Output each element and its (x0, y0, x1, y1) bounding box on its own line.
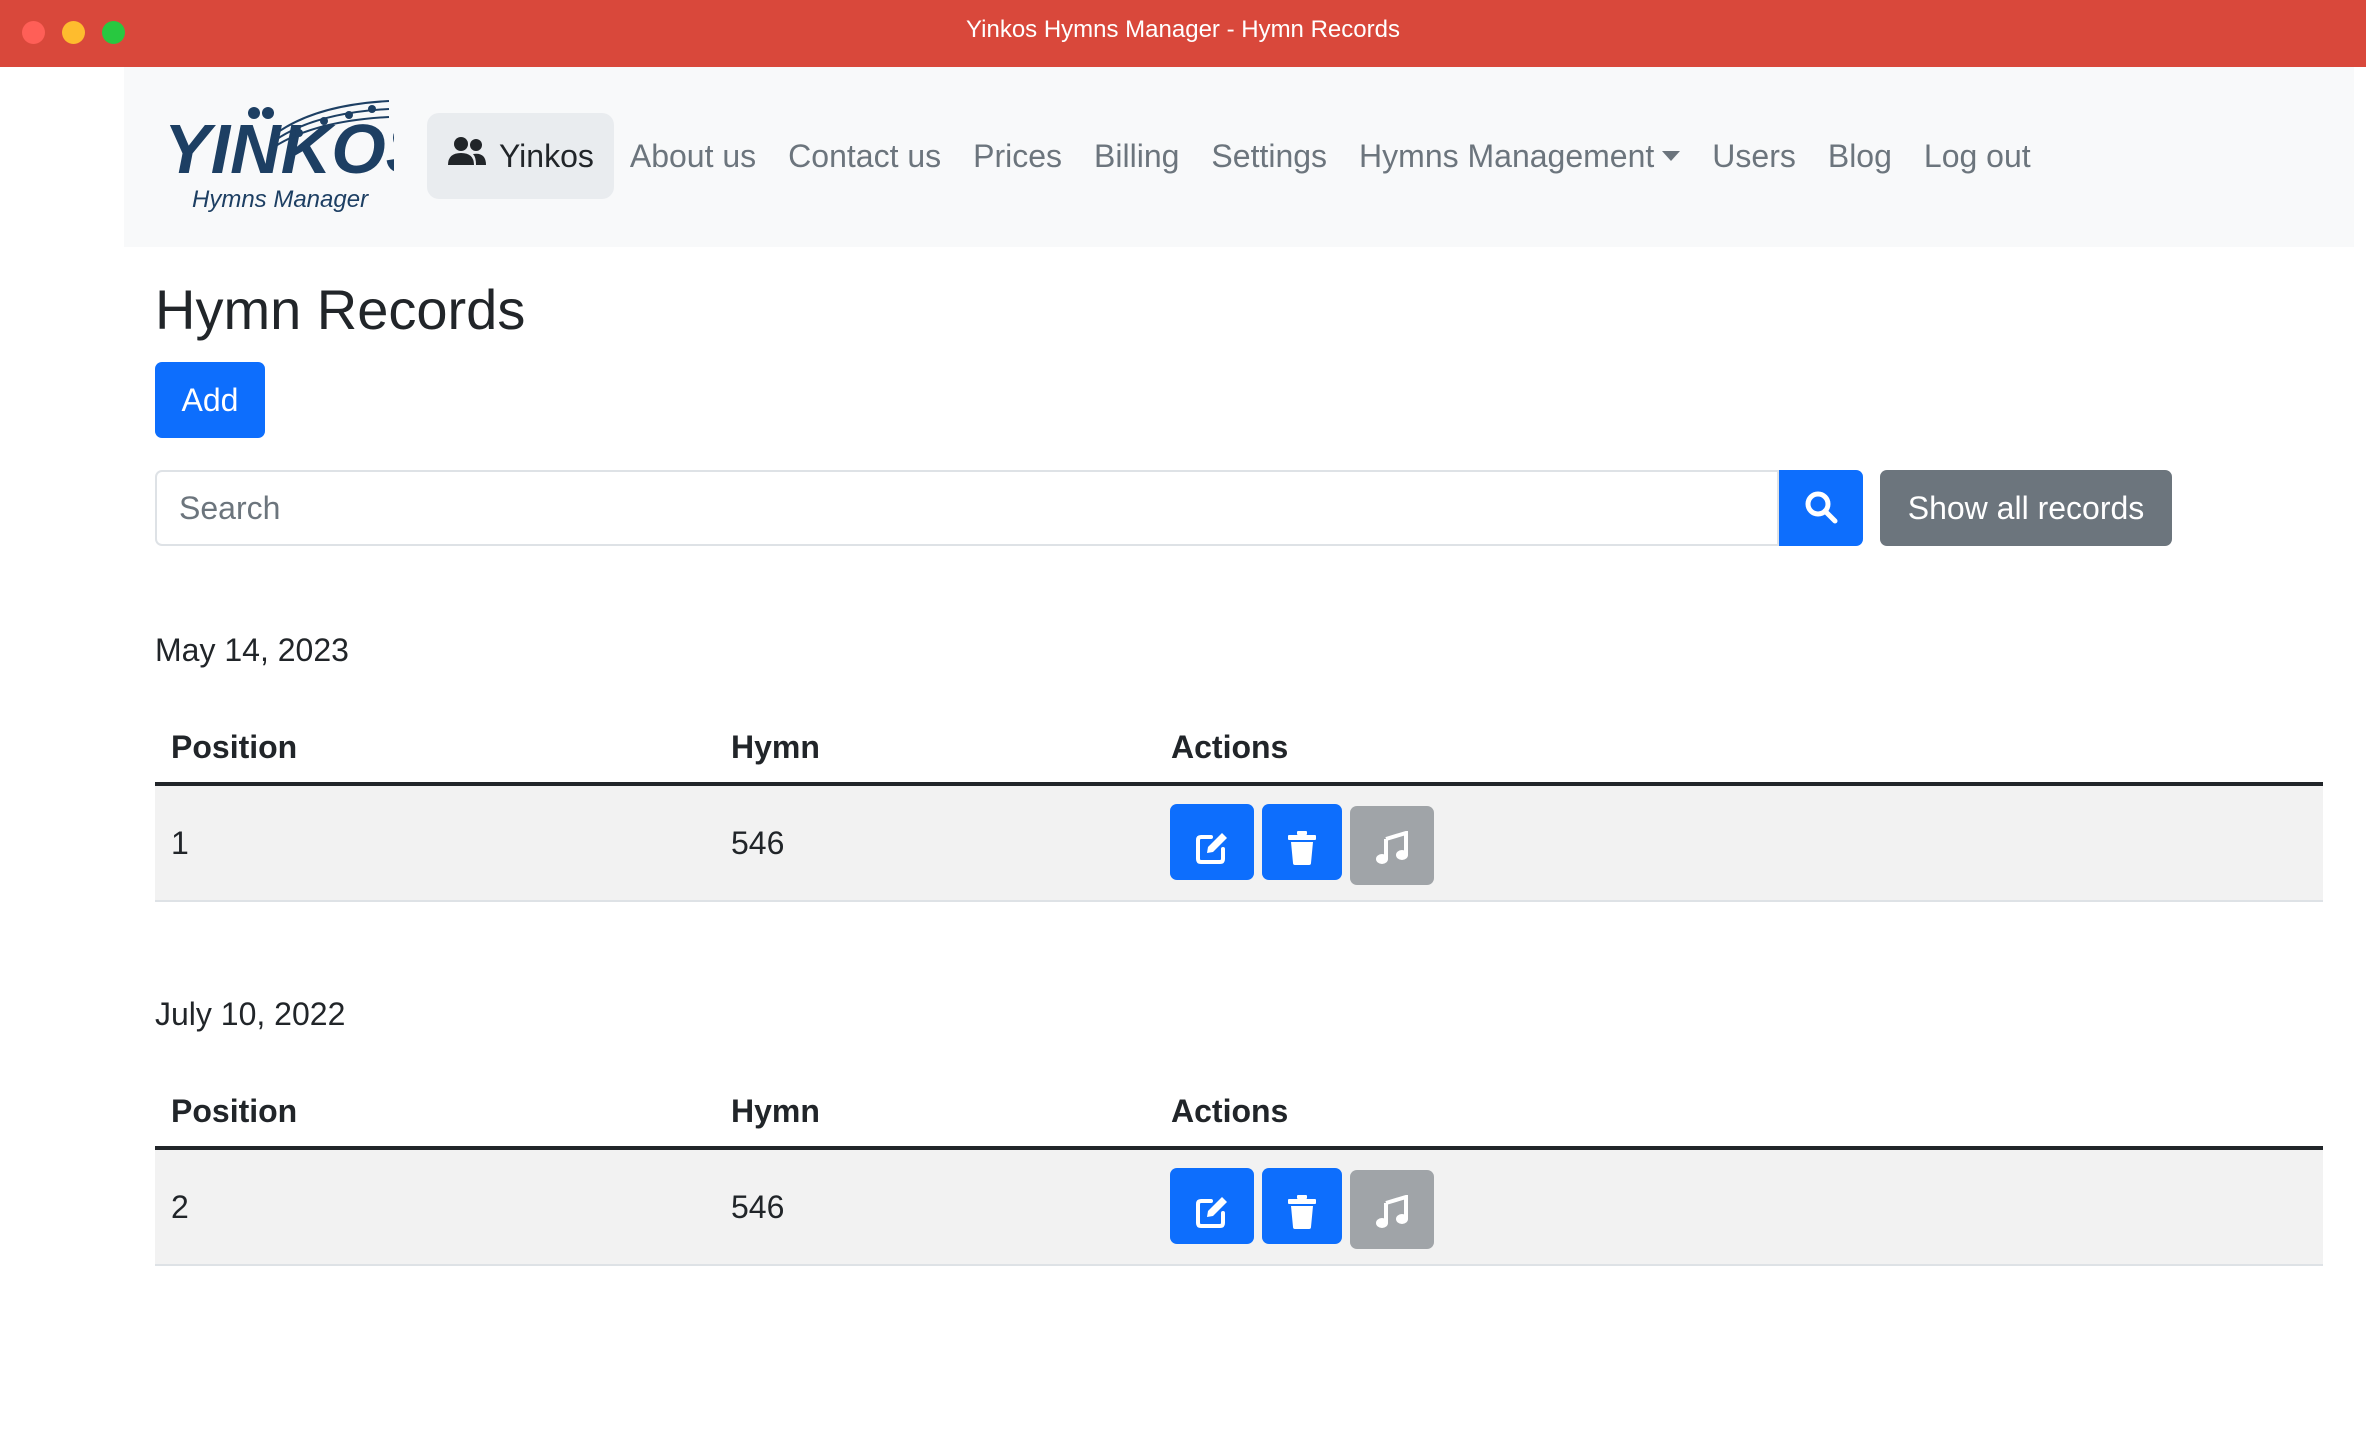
cell-position: 1 (171, 825, 189, 861)
edit-icon (1195, 1168, 1229, 1282)
nav-item-settings[interactable]: Settings (1195, 113, 1343, 199)
search-button[interactable] (1779, 470, 1863, 546)
yinkos-logo[interactable]: YINKOS Hymns Manager (164, 95, 394, 217)
nav-item-prices[interactable]: Prices (957, 113, 1078, 199)
delete-button[interactable] (1262, 804, 1342, 880)
navbar: YINKOS Hymns Manager Yinkos About us Con… (124, 67, 2354, 247)
trash-icon (1287, 804, 1317, 918)
search-icon (1804, 490, 1838, 527)
edit-icon (1195, 804, 1229, 918)
trash-icon (1287, 1168, 1317, 1282)
edit-button[interactable] (1170, 1168, 1254, 1244)
header-actions: Actions (1171, 729, 1289, 765)
music-note-icon (1375, 1168, 1409, 1282)
play-hymn-button[interactable] (1350, 1170, 1434, 1249)
cell-hymn: 546 (731, 1189, 785, 1225)
header-position: Position (171, 729, 298, 765)
nav-item-logout[interactable]: Log out (1908, 113, 2047, 199)
group-date: July 10, 2022 (155, 996, 346, 1032)
table-header: Position Hymn Actions (155, 1076, 2323, 1150)
page-title: Hymn Records (155, 278, 526, 341)
add-button[interactable]: Add (155, 362, 265, 438)
group-date: May 14, 2023 (155, 632, 349, 668)
nav-item-about[interactable]: About us (614, 113, 772, 199)
header-hymn: Hymn (731, 1093, 820, 1129)
table-row: 2 546 (155, 1150, 2323, 1266)
nav-item-billing[interactable]: Billing (1078, 113, 1195, 199)
hymns-management-label: Hymns Management (1359, 138, 1655, 174)
caret-down-icon (1662, 150, 1681, 161)
nav-item-yinkos[interactable]: Yinkos (427, 113, 614, 199)
nav-item-hymns-management[interactable]: Hymns Management (1343, 113, 1696, 199)
nav-item-yinkos-label: Yinkos (499, 138, 594, 174)
play-hymn-button[interactable] (1350, 806, 1434, 885)
nav-item-users[interactable]: Users (1696, 113, 1812, 199)
svg-text:YINKOS: YINKOS (164, 110, 394, 188)
music-note-icon (1375, 804, 1409, 918)
nav-item-contact[interactable]: Contact us (772, 113, 957, 199)
window-titlebar: Yinkos Hymns Manager - Hymn Records (0, 0, 2366, 67)
show-all-records-button[interactable]: Show all records (1880, 470, 2172, 546)
users-icon (447, 113, 487, 199)
table-row: 1 546 (155, 786, 2323, 902)
header-hymn: Hymn (731, 729, 820, 765)
search-input[interactable] (155, 470, 1779, 546)
table-header: Position Hymn Actions (155, 712, 2323, 786)
window-title: Yinkos Hymns Manager - Hymn Records (966, 16, 1400, 43)
delete-button[interactable] (1262, 1168, 1342, 1244)
cell-position: 2 (171, 1189, 189, 1225)
header-position: Position (171, 1093, 298, 1129)
header-actions: Actions (1171, 1093, 1289, 1129)
svg-text:Hymns Manager: Hymns Manager (192, 186, 369, 213)
edit-button[interactable] (1170, 804, 1254, 880)
cell-hymn: 546 (731, 825, 785, 861)
nav-item-blog[interactable]: Blog (1812, 113, 1908, 199)
